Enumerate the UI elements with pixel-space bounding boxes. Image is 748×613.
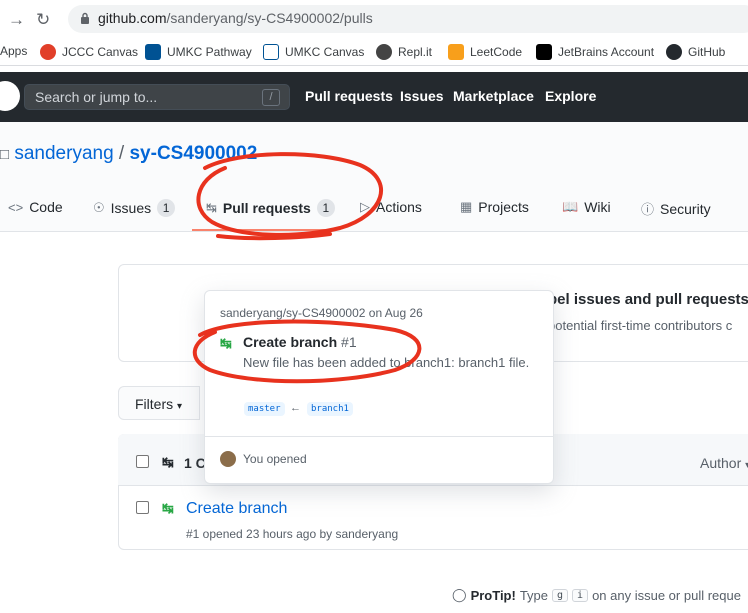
protip-key-i: i	[572, 588, 589, 602]
bookmark-label: JCCC Canvas	[62, 45, 139, 59]
lightbulb-icon: ◯	[452, 587, 467, 602]
github-icon	[666, 44, 682, 60]
bookmark-replit[interactable]: Repl.it	[376, 44, 432, 60]
left-arrow-icon: ←	[290, 402, 301, 414]
base-branch-label: master	[244, 402, 285, 416]
leetcode-icon	[448, 44, 464, 60]
tab-wiki[interactable]: 📖 Wiki	[562, 199, 611, 215]
hovercard-title[interactable]: Create branch #1	[243, 334, 357, 350]
repo-owner-link[interactable]: sanderyang	[14, 143, 113, 164]
pull-request-icon: ↹	[162, 454, 174, 470]
search-shortcut-key: /	[262, 89, 280, 106]
bookmark-apps[interactable]: Apps	[0, 44, 27, 58]
bookmark-label: Repl.it	[398, 45, 433, 59]
pull-request-icon: ↹	[206, 200, 217, 215]
search-placeholder: Search or jump to...	[35, 89, 158, 105]
canvas-icon	[40, 44, 56, 60]
tab-label: Security	[660, 200, 711, 217]
hovercard-title-text: Create branch	[243, 334, 338, 350]
tab-actions[interactable]: ▷ Actions	[360, 199, 422, 215]
url-host: github.com	[98, 10, 167, 26]
hovercard-divider	[205, 436, 553, 437]
nav-explore[interactable]: Explore	[545, 88, 596, 104]
pull-requests-counter: 1	[316, 199, 335, 217]
filters-label: Filters	[135, 396, 174, 412]
bookmark-label: UMKC Pathway	[167, 45, 252, 59]
pr-checkbox[interactable]	[136, 501, 149, 514]
head-branch-label: branch1	[307, 402, 353, 416]
hovercard-footer: You opened	[243, 452, 307, 466]
protip-text-after: on any issue or pull reque	[592, 587, 741, 603]
nav-issues[interactable]: Issues	[400, 88, 444, 104]
hovercard-body: New file has been added to branch1: bran…	[243, 355, 530, 370]
url-text[interactable]: github.com/sanderyang/sy-CS4900002/pulls	[98, 10, 373, 26]
repo-name-link[interactable]: sy-CS4900002	[129, 143, 257, 164]
shield-icon: ⓘ	[641, 202, 655, 217]
bookmark-leetcode[interactable]: LeetCode	[448, 44, 522, 60]
umkc-icon	[263, 44, 279, 60]
lock-icon	[81, 12, 89, 24]
repo-separator: /	[118, 143, 125, 164]
nav-marketplace[interactable]: Marketplace	[453, 88, 534, 104]
repo-title: □ sanderyang / sy-CS4900002	[0, 143, 257, 165]
bookmark-label: GitHub	[688, 45, 726, 59]
tab-label: Actions	[376, 199, 422, 215]
project-icon: ▦	[460, 199, 473, 214]
issue-icon: ☉	[93, 200, 105, 215]
caret-down-icon: ▾	[177, 401, 183, 412]
bookmark-umkc-pathway[interactable]: UMKC Pathway	[145, 44, 252, 60]
url-path: /sanderyang/sy-CS4900002/pulls	[166, 10, 373, 26]
open-pull-request-icon: ↹	[162, 500, 174, 516]
bookmark-label: UMKC Canvas	[285, 45, 365, 59]
forward-arrow-icon[interactable]: →	[8, 10, 25, 30]
banner-title: bel issues and pull requests f	[548, 291, 748, 308]
replit-icon	[376, 44, 392, 60]
protip-key-g: g	[552, 588, 569, 602]
jetbrains-icon	[536, 44, 552, 60]
protip-text-before: Type	[519, 587, 549, 603]
tab-label: Issues	[110, 200, 152, 216]
hovercard-repo-line[interactable]: sanderyang/sy-CS4900002 on Aug 26	[220, 306, 423, 320]
book-icon: 📖	[562, 199, 579, 214]
bookmark-label: JetBrains Account	[558, 45, 655, 59]
issues-counter: 1	[157, 199, 176, 217]
tab-label: Code	[29, 199, 63, 215]
bookmark-jetbrains[interactable]: JetBrains Account	[536, 44, 654, 60]
protip-label: ProTip!	[470, 587, 516, 603]
tab-label: Projects	[478, 199, 529, 215]
filters-button[interactable]: Filters ▾	[118, 386, 200, 420]
avatar	[220, 451, 236, 467]
play-icon: ▷	[360, 199, 370, 214]
protip: ◯ ProTip! Type g i on any issue or pull …	[452, 587, 741, 603]
select-all-checkbox[interactable]	[136, 455, 149, 468]
pr-meta: #1 opened 23 hours ago by sanderyang	[186, 527, 399, 541]
tab-code[interactable]: <> Code	[8, 199, 63, 215]
bookmark-jccc-canvas[interactable]: JCCC Canvas	[40, 44, 138, 60]
banner-subtitle: potential first-time contributors c	[548, 318, 733, 333]
tab-projects[interactable]: ▦ Projects	[460, 199, 529, 215]
tab-pull-requests[interactable]: ↹ Pull requests 1	[206, 199, 335, 217]
tab-label: Pull requests	[222, 200, 311, 216]
reload-icon[interactable]: ↻	[36, 10, 50, 30]
active-tab-indicator	[192, 229, 332, 231]
bookmark-umkc-canvas[interactable]: UMKC Canvas	[263, 44, 364, 60]
pr-title-link[interactable]: Create branch	[186, 500, 287, 518]
annotation-underline-tab	[216, 232, 332, 241]
tab-issues[interactable]: ☉ Issues 1	[93, 199, 176, 217]
pathway-icon	[145, 44, 161, 60]
bookmark-github[interactable]: GitHub	[666, 44, 725, 60]
bookmark-label: LeetCode	[470, 45, 523, 59]
nav-pull-requests[interactable]: Pull requests	[305, 88, 393, 104]
author-filter-label: Author	[700, 455, 742, 471]
repo-icon: □	[0, 146, 10, 163]
author-filter[interactable]: Author ▾	[700, 455, 748, 471]
tab-security[interactable]: ⓘ Security	[641, 199, 711, 218]
hovercard-number: #1	[341, 334, 357, 350]
open-count[interactable]: 1 C	[184, 455, 206, 471]
bookmark-label: Apps	[0, 44, 28, 58]
open-pull-request-icon: ↹	[220, 335, 232, 351]
code-icon: <>	[8, 199, 24, 215]
tab-label: Wiki	[584, 199, 611, 215]
